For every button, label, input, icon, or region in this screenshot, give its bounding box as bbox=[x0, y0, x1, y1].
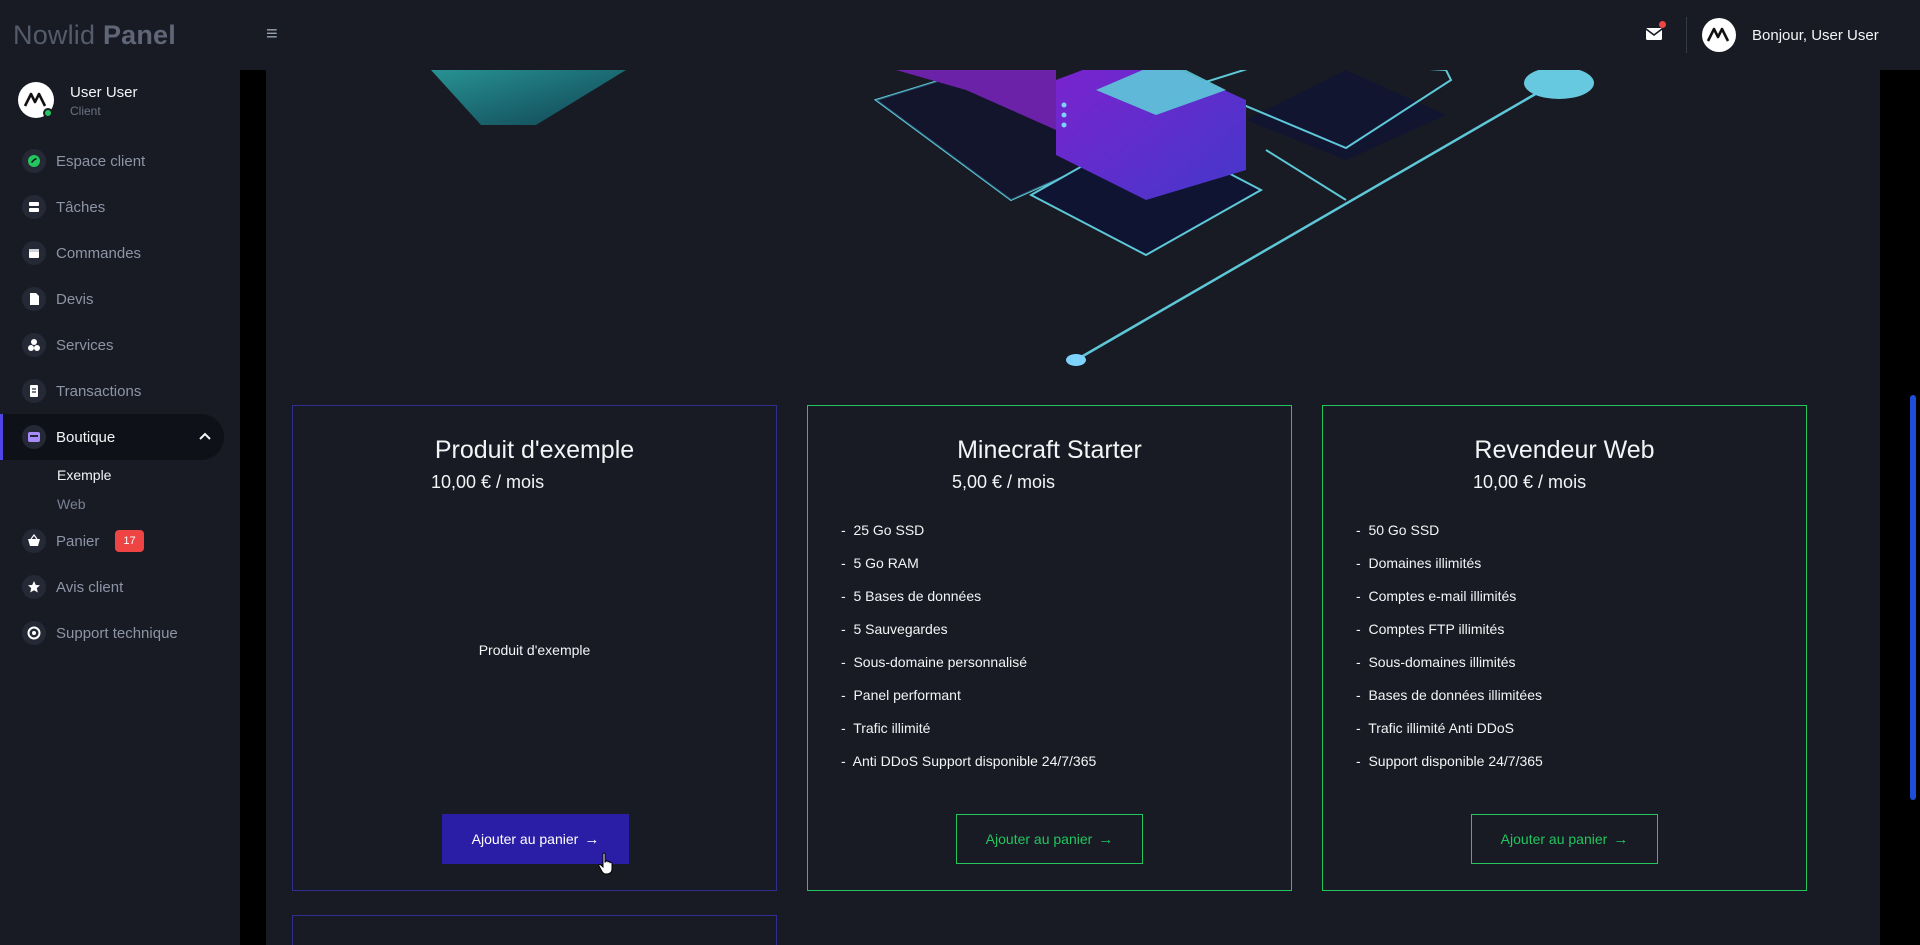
sidebar-item-label: Espace client bbox=[56, 152, 146, 170]
sidebar-item-label: Transactions bbox=[56, 382, 142, 400]
user-role: Client bbox=[70, 104, 101, 118]
product-description: Produit d'exemple bbox=[478, 642, 591, 658]
sidebar-item-commandes[interactable]: Commandes bbox=[0, 230, 240, 276]
feature-item: Trafic illimité Anti DDoS bbox=[1356, 719, 1543, 752]
support-icon bbox=[22, 621, 46, 645]
online-status-icon bbox=[43, 108, 53, 118]
sidebar-item-label: Boutique bbox=[56, 428, 116, 446]
sidebar-item-panier[interactable]: Panier 17 bbox=[0, 518, 240, 564]
sidebar-item-support-technique[interactable]: Support technique bbox=[0, 610, 240, 656]
divider bbox=[1686, 17, 1687, 53]
sidebar-subitem-web[interactable]: Web bbox=[0, 489, 240, 518]
sidebar-item-label: Commandes bbox=[56, 244, 142, 262]
feature-item: 5 Sauvegardes bbox=[841, 620, 1096, 653]
feature-item: Bases de données illimitées bbox=[1356, 686, 1543, 719]
product-card-revendeur-web: Revendeur Web 10,00 € / mois 50 Go SSD D… bbox=[1322, 405, 1807, 891]
mail-icon[interactable] bbox=[1644, 21, 1666, 44]
sidebar-item-avis-client[interactable]: Avis client bbox=[0, 564, 240, 610]
feature-item: Panel performant bbox=[841, 686, 1096, 719]
sidebar-subitem-exemple[interactable]: Exemple bbox=[0, 460, 240, 489]
sidebar-item-label: Panier bbox=[56, 532, 100, 550]
feature-item: Sous-domaines illimités bbox=[1356, 653, 1543, 686]
shop-icon bbox=[22, 425, 46, 449]
feature-item: 25 Go SSD bbox=[841, 521, 1096, 554]
sidebar-item-label: Tâches bbox=[56, 198, 106, 216]
sidebar-item-services[interactable]: Services bbox=[0, 322, 240, 368]
chevron-up-icon[interactable] bbox=[198, 429, 212, 447]
arrow-right-icon: → bbox=[584, 830, 600, 848]
sidebar: User User Client Espace client Tâches Co… bbox=[0, 70, 240, 945]
menu-toggle-icon[interactable]: ≡ bbox=[266, 23, 278, 46]
feature-item: 50 Go SSD bbox=[1356, 521, 1543, 554]
notification-dot bbox=[1659, 21, 1666, 28]
feature-item: Sous-domaine personnalisé bbox=[841, 653, 1096, 686]
product-card-minecraft-starter: Minecraft Starter 5,00 € / mois 25 Go SS… bbox=[807, 405, 1292, 891]
product-title: Revendeur Web bbox=[1474, 436, 1655, 464]
arrow-right-icon: → bbox=[1098, 830, 1114, 848]
sidebar-item-taches[interactable]: Tâches bbox=[0, 184, 240, 230]
sidebar-item-label: Support technique bbox=[56, 624, 178, 642]
sidebar-item-boutique[interactable]: Boutique bbox=[0, 414, 224, 460]
scrollbar-thumb[interactable] bbox=[1910, 395, 1916, 800]
product-card bbox=[292, 915, 777, 945]
product-price: 10,00 € / mois bbox=[431, 472, 545, 492]
dashboard-icon bbox=[22, 149, 46, 173]
hero-illustration bbox=[431, 70, 1594, 366]
product-title: Produit d'exemple bbox=[434, 436, 635, 464]
greeting-text[interactable]: Bonjour, User User bbox=[1752, 27, 1879, 44]
hand-cursor-icon bbox=[598, 852, 613, 875]
brand-logo[interactable]: Nowlid Panel bbox=[13, 20, 176, 51]
sidebar-item-label: Services bbox=[56, 336, 114, 354]
sidebar-item-label: Avis client bbox=[56, 578, 124, 596]
orders-icon bbox=[22, 241, 46, 265]
product-card-produit-exemple: Produit d'exemple 10,00 € / mois Produit… bbox=[292, 405, 777, 891]
user-name: User User bbox=[70, 84, 138, 101]
receipt-icon bbox=[22, 379, 46, 403]
add-to-cart-button[interactable]: Ajouter au panier → bbox=[1471, 814, 1658, 864]
basket-icon bbox=[22, 529, 46, 553]
page-scrollbar[interactable] bbox=[1903, 70, 1920, 945]
quote-icon bbox=[22, 287, 46, 311]
product-title: Minecraft Starter bbox=[957, 436, 1142, 464]
feature-item: Comptes FTP illimités bbox=[1356, 620, 1543, 653]
feature-item: Support disponible 24/7/365 bbox=[1356, 752, 1542, 785]
product-price: 10,00 € / mois bbox=[1473, 472, 1587, 492]
feature-item: Domaines illimités bbox=[1356, 554, 1543, 587]
feature-list: 25 Go SSD 5 Go RAM 5 Bases de données 5 … bbox=[841, 521, 1097, 785]
avatar[interactable] bbox=[1702, 18, 1736, 52]
product-price: 5,00 € / mois bbox=[952, 472, 1056, 492]
services-icon bbox=[22, 333, 46, 357]
sidebar-nav: Espace client Tâches Commandes Devis Ser… bbox=[0, 138, 240, 656]
sidebar-item-transactions[interactable]: Transactions bbox=[0, 368, 240, 414]
top-bar: Nowlid Panel ≡ Bonjour, User User bbox=[0, 0, 1920, 70]
feature-list: 50 Go SSD Domaines illimités Comptes e-m… bbox=[1356, 521, 1543, 785]
add-to-cart-button[interactable]: Ajouter au panier → bbox=[956, 814, 1143, 864]
feature-item: Trafic illimité bbox=[841, 719, 1096, 752]
feature-item: 5 Go RAM bbox=[841, 554, 1096, 587]
sidebar-item-label: Devis bbox=[56, 290, 94, 308]
user-profile[interactable]: User User Client bbox=[18, 82, 238, 122]
arrow-right-icon: → bbox=[1613, 830, 1629, 848]
main-content: Produit d'exemple 10,00 € / mois Produit… bbox=[266, 70, 1880, 945]
star-icon bbox=[22, 575, 46, 599]
feature-item: 5 Bases de données bbox=[841, 587, 1096, 620]
tasks-icon bbox=[22, 195, 46, 219]
feature-item: Anti DDoS Support disponible 24/7/365 bbox=[841, 752, 1097, 785]
feature-item: Comptes e-mail illimités bbox=[1356, 587, 1543, 620]
sidebar-item-devis[interactable]: Devis bbox=[0, 276, 240, 322]
cart-count-badge: 17 bbox=[115, 530, 144, 552]
sidebar-item-espace-client[interactable]: Espace client bbox=[0, 138, 240, 184]
